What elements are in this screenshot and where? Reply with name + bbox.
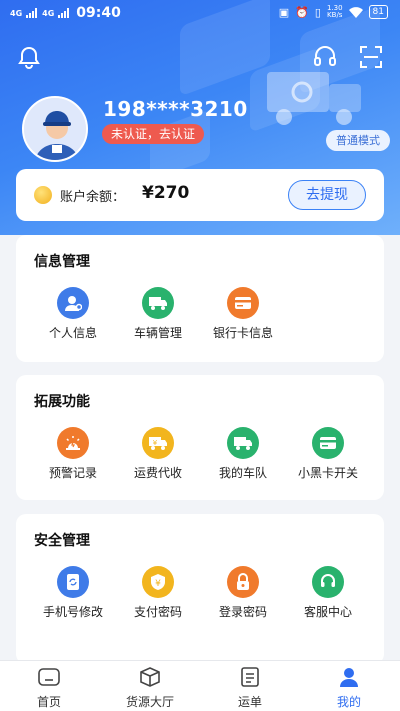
avatar[interactable] <box>22 96 88 162</box>
net-speed-unit: KB/s <box>327 11 343 19</box>
vibrate-icon: ▯ <box>314 5 321 19</box>
lock-icon <box>227 566 259 598</box>
menu-item-my-fleet[interactable]: 我的车队 <box>200 427 286 481</box>
nav-home[interactable]: 首页 <box>14 666 84 710</box>
mode-badge[interactable]: 普通模式 <box>326 130 390 151</box>
nav-cargo-hall[interactable]: 货源大厅 <box>115 666 185 710</box>
bell-icon[interactable] <box>16 44 42 70</box>
bottom-nav: 首页 货源大厅 运单 我的 <box>0 660 400 711</box>
net-speed: 1.30 KB/s <box>327 5 343 19</box>
support-icon <box>312 566 344 598</box>
waybill-icon <box>241 667 259 687</box>
menu-item-label: 银行卡信息 <box>212 326 273 340</box>
balance-value: ¥270 <box>142 183 190 203</box>
balance-card: 账户余额： ¥270 去提现 <box>16 169 384 221</box>
menu-item-warning-records[interactable]: 预警记录 <box>30 427 116 481</box>
menu-item-customer-service[interactable]: 客服中心 <box>285 566 371 620</box>
truck-illustration <box>267 72 361 125</box>
menu-item-freight-collection[interactable]: ¥ 运费代收 <box>115 427 201 481</box>
signal-icon <box>58 8 70 18</box>
section-title: 拓展功能 <box>34 394 90 410</box>
menu-item-personal-info[interactable]: 个人信息 <box>30 287 116 341</box>
nav-profile[interactable]: 我的 <box>314 666 384 710</box>
home-icon <box>38 668 60 686</box>
certification-badge[interactable]: 未认证，去认证 <box>102 124 205 144</box>
signal-label-1: 4G <box>10 8 23 18</box>
signal-icon <box>26 8 38 18</box>
clock-time: 09:40 <box>76 5 121 21</box>
menu-item-payment-password[interactable]: ¥ 支付密码 <box>115 566 201 620</box>
info-management-section: 信息管理 个人信息 车辆管理 银行卡信息 <box>16 235 384 362</box>
menu-item-label: 客服中心 <box>303 605 352 619</box>
extension-section: 拓展功能 预警记录 ¥ 运费代收 我的车队 小黑卡开关 <box>16 375 384 500</box>
person-icon <box>57 287 89 319</box>
nav-label: 首页 <box>36 695 61 709</box>
card-icon <box>227 287 259 319</box>
balance-label: 账户余额： <box>60 190 126 205</box>
truck-icon <box>142 287 174 319</box>
menu-item-label: 登录密码 <box>218 605 267 619</box>
pay-shield-icon: ¥ <box>142 566 174 598</box>
section-title: 安全管理 <box>34 533 90 549</box>
menu-item-label: 预警记录 <box>48 466 97 480</box>
box-icon <box>140 667 160 687</box>
phone-icon <box>57 566 89 598</box>
menu-item-login-password[interactable]: 登录密码 <box>200 566 286 620</box>
status-bar: 4G 4G 09:40 ▣ ⏰ ▯ 1.30 KB/s 81 <box>0 0 400 26</box>
menu-item-change-phone[interactable]: 手机号修改 <box>30 566 116 620</box>
menu-item-vehicle-management[interactable]: 车辆管理 <box>115 287 201 341</box>
menu-item-black-card-switch[interactable]: 小黑卡开关 <box>285 427 371 481</box>
user-phone: 198****3210 <box>103 97 248 121</box>
warning-icon <box>57 427 89 459</box>
menu-item-bank-card[interactable]: 银行卡信息 <box>200 287 286 341</box>
section-title: 信息管理 <box>34 254 90 270</box>
svg-text:¥: ¥ <box>153 439 158 447</box>
black-card-icon <box>312 427 344 459</box>
scan-icon[interactable] <box>358 44 384 70</box>
menu-item-label: 我的车队 <box>218 466 267 480</box>
menu-item-label: 支付密码 <box>133 605 182 619</box>
nfc-icon: ▣ <box>278 5 290 19</box>
nav-label: 货源大厅 <box>125 695 174 709</box>
svg-text:¥: ¥ <box>155 579 161 589</box>
battery-indicator: 81 <box>368 5 388 19</box>
wifi-icon <box>348 6 363 18</box>
signal-label-2: 4G <box>42 8 55 18</box>
alarm-icon: ⏰ <box>295 5 309 19</box>
nav-waybill[interactable]: 运单 <box>215 666 285 710</box>
headset-icon[interactable] <box>312 44 338 70</box>
menu-item-label: 车辆管理 <box>133 326 182 340</box>
menu-item-label: 个人信息 <box>48 326 97 340</box>
security-section: 安全管理 手机号修改 ¥ 支付密码 登录密码 客服中心 <box>16 514 384 694</box>
withdraw-button[interactable]: 去提现 <box>288 180 366 210</box>
nav-label: 我的 <box>336 695 361 709</box>
menu-item-label: 小黑卡开关 <box>297 466 358 480</box>
coin-icon <box>34 186 52 204</box>
fleet-icon <box>227 427 259 459</box>
freight-icon: ¥ <box>142 427 174 459</box>
profile-icon <box>340 668 358 687</box>
menu-item-label: 运费代收 <box>133 466 182 480</box>
nav-label: 运单 <box>237 695 262 709</box>
menu-item-label: 手机号修改 <box>42 605 103 619</box>
